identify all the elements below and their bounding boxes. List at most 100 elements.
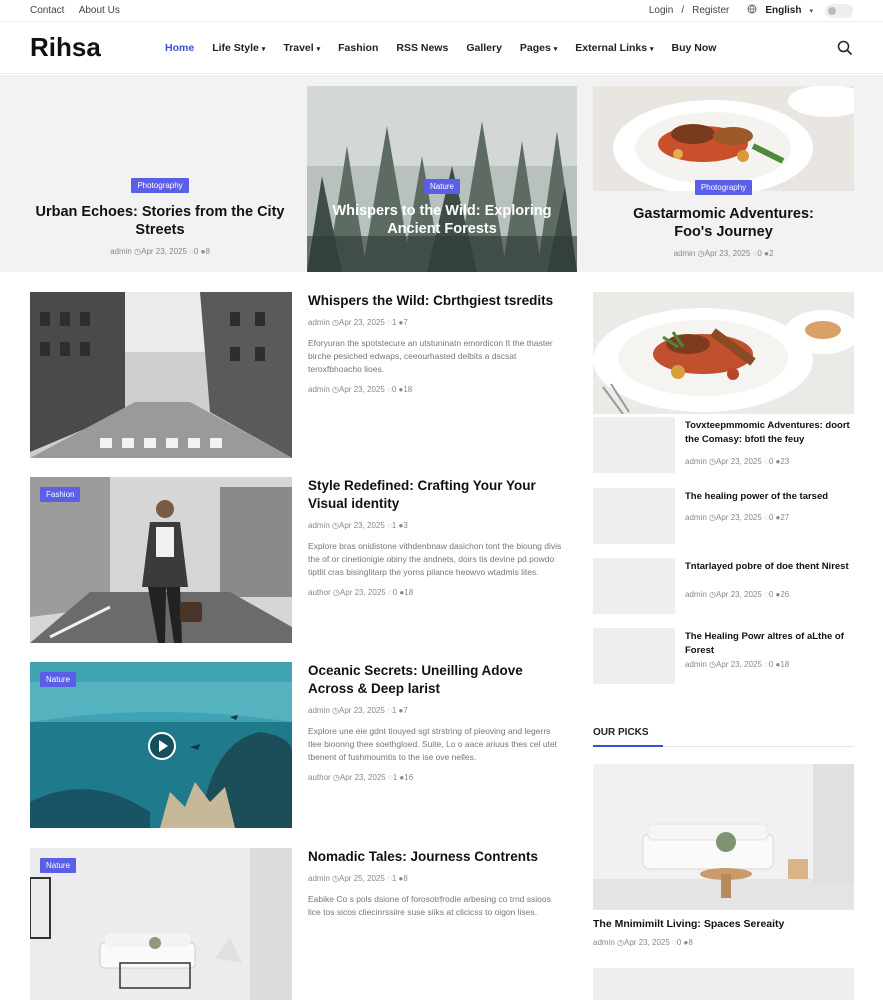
article-content: Nomadic Tales: Journess Contrents admin …	[308, 848, 563, 928]
post-date: Apr 23, 2025	[704, 249, 751, 258]
our-picks-heading: OUR PICKS	[593, 727, 854, 747]
post-meta: admin ◷Apr 23, 2025 ◌1 ●7	[308, 318, 563, 327]
hero-card-overlay: Nature Whispers to the Wild: Exploring A…	[307, 176, 577, 238]
chevron-down-icon: ▾	[316, 45, 321, 53]
post-author[interactable]: admin	[308, 874, 330, 883]
article-thumbnail[interactable]: Nature	[30, 848, 292, 1000]
post-author[interactable]: admin	[308, 385, 330, 394]
category-badge[interactable]: Nature	[40, 672, 77, 687]
post-author[interactable]: admin	[685, 457, 707, 466]
hero-title[interactable]: Gastarmomic Adventures: Foo's Journey	[593, 205, 854, 241]
nav-travel[interactable]: Travel ▾	[283, 42, 320, 54]
register-link[interactable]: Register	[692, 5, 729, 16]
sidebar-post[interactable]: Tovxteepmmomic Adventures: doort the Com…	[593, 417, 854, 473]
post-author[interactable]: admin	[685, 590, 707, 599]
article-row[interactable]: Nature Nomadic Tales: Journess Contrents…	[30, 848, 578, 1000]
article-row[interactable]: Fashion Style Redefined: Crafting Your Y…	[30, 477, 578, 643]
sidebar-post[interactable]: The healing power of the tarsed admin ◷A…	[593, 488, 854, 544]
next-pick-placeholder[interactable]	[593, 968, 854, 1000]
view-count: 23	[780, 457, 790, 466]
hero-section: Photography Urban Echoes: Stories from t…	[0, 75, 883, 272]
top-links: Contact About Us	[30, 5, 132, 16]
pick-title[interactable]: The Mnimimilt Living: Spaces Sereaity	[593, 918, 854, 930]
pick-image[interactable]	[593, 764, 854, 910]
post-author[interactable]: admin	[674, 249, 696, 258]
hero-title[interactable]: Whispers to the Wild: Exploring Ancient …	[307, 202, 577, 238]
clock-icon: ◷	[332, 874, 340, 883]
clock-icon: ◷	[697, 249, 705, 258]
post-thumbnail[interactable]	[593, 628, 675, 684]
article-thumbnail[interactable]	[30, 292, 292, 458]
chevron-down-icon: ▾	[650, 45, 654, 53]
post-author[interactable]: author	[308, 773, 331, 782]
category-badge[interactable]: Photography	[694, 180, 753, 195]
post-meta: admin ◷Apr 23, 2025 ◌0 ●8	[30, 247, 290, 256]
login-link[interactable]: Login	[649, 5, 673, 16]
search-icon[interactable]	[837, 40, 853, 56]
post-title[interactable]: The healing power of the tarsed	[685, 490, 855, 504]
category-badge[interactable]: Nature	[423, 179, 460, 194]
post-title[interactable]: Tovxteepmmomic Adventures: doort the Com…	[685, 419, 855, 447]
category-badge[interactable]: Fashion	[40, 487, 81, 502]
category-badge[interactable]: Nature	[40, 858, 77, 873]
post-date: Apr 23, 2025	[339, 588, 386, 597]
nav-life-style[interactable]: Life Style ▾	[212, 42, 265, 54]
sidebar-post[interactable]: Tntarlayed pobre of doe thent Nirest adm…	[593, 558, 854, 614]
article-excerpt: Eabike Co s pols dsione of forosotrfrodi…	[308, 894, 551, 917]
post-author[interactable]: admin	[308, 318, 330, 327]
hero-title[interactable]: Urban Echoes: Stories from the City Stre…	[30, 203, 290, 239]
nav-external-links[interactable]: External Links ▾	[575, 42, 653, 54]
post-thumbnail[interactable]	[593, 417, 675, 473]
post-date: Apr 23, 2025	[339, 385, 385, 394]
post-meta: admin ◷Apr 23, 2025 ◌0 ●23	[685, 457, 789, 466]
article-row[interactable]: Whispers the Wild: Cbrthgiest tsredits a…	[30, 292, 578, 458]
language-select[interactable]: English	[765, 5, 801, 16]
hero-food-image[interactable]	[593, 86, 854, 191]
post-title[interactable]: The Healing Powr altres of aLthe of Fore…	[685, 630, 855, 658]
site-logo[interactable]: Rihsa	[30, 32, 165, 63]
clock-icon: ◷	[332, 521, 340, 530]
globe-icon	[747, 4, 757, 17]
article-thumbnail[interactable]: Fashion	[30, 477, 292, 643]
nav-pages[interactable]: Pages ▾	[520, 42, 557, 54]
play-icon[interactable]	[147, 731, 177, 766]
post-thumbnail[interactable]	[593, 488, 675, 544]
post-thumbnail[interactable]	[593, 558, 675, 614]
post-title[interactable]: Tntarlayed pobre of doe thent Nirest	[685, 560, 855, 574]
nav-buy-now[interactable]: Buy Now	[672, 42, 717, 54]
post-author[interactable]: admin	[685, 660, 707, 669]
article-title[interactable]: Nomadic Tales: Journess Contrents	[308, 848, 563, 866]
article-title[interactable]: Whispers the Wild: Cbrthgiest tsredits	[308, 292, 563, 310]
comment-count: 0	[768, 513, 774, 522]
sidebar-featured-image[interactable]	[593, 292, 854, 414]
post-author[interactable]: admin	[308, 706, 330, 715]
article-thumbnail[interactable]: Nature	[30, 662, 292, 828]
article-title[interactable]: Style Redefined: Crafting Your Your Visu…	[308, 477, 563, 513]
dark-mode-toggle[interactable]	[825, 3, 853, 18]
post-meta: admin ◷Apr 25, 2025 ◌1 ●8	[308, 874, 563, 883]
clock-icon: ◷	[709, 660, 717, 669]
category-badge[interactable]: Photography	[131, 178, 189, 193]
hero-card[interactable]: Photography Urban Echoes: Stories from t…	[30, 175, 290, 256]
clock-icon: ◷	[709, 457, 717, 466]
clock-icon: ◷	[332, 773, 340, 782]
sidebar-post[interactable]: The Healing Powr altres of aLthe of Fore…	[593, 628, 854, 684]
post-date: Apr 23, 2025	[624, 938, 670, 947]
clock-icon: ◷	[332, 318, 340, 327]
post-author[interactable]: author	[308, 588, 331, 597]
nav-rss-news[interactable]: RSS News	[396, 42, 448, 54]
post-author[interactable]: admin	[593, 938, 615, 947]
hero-card[interactable]: Photography Gastarmomic Adventures: Foo'…	[593, 177, 854, 258]
hero-forest-image[interactable]: Nature Whispers to the Wild: Exploring A…	[307, 86, 577, 272]
nav-home[interactable]: Home	[165, 42, 194, 54]
contact-link[interactable]: Contact	[30, 5, 64, 16]
nav-gallery[interactable]: Gallery	[466, 42, 502, 54]
article-title[interactable]: Oceanic Secrets: Uneilling Adove Across …	[308, 662, 563, 698]
nav-fashion[interactable]: Fashion	[338, 42, 378, 54]
post-author[interactable]: admin	[685, 513, 707, 522]
post-author[interactable]: admin	[308, 521, 330, 530]
about-link[interactable]: About Us	[79, 5, 120, 16]
post-author[interactable]: admin	[110, 247, 132, 256]
comment-count: 0	[768, 590, 774, 599]
article-row[interactable]: Nature Oceanic Secrets: Uneilling Adove …	[30, 662, 578, 828]
